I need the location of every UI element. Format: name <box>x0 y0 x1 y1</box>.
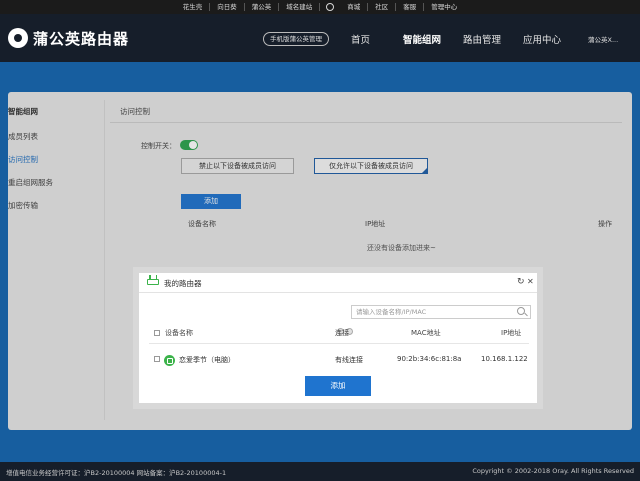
dandelion-logo-icon <box>8 28 28 48</box>
my-router-dialog: 我的路由器 ↻ ✕ 请输入设备名称/IP/MAC 设备名称 连接 MAC地址 I… <box>139 273 537 403</box>
dialog-header: 我的路由器 ↻ ✕ <box>139 273 537 293</box>
router-icon <box>147 275 159 285</box>
brand-name: 蒲公英路由器 <box>33 29 130 48</box>
top-link-xiangrikui[interactable]: 向日葵 <box>210 3 245 11</box>
nav-home[interactable]: 首页 <box>351 32 370 46</box>
circle-logo-icon[interactable] <box>326 3 335 11</box>
page-footer: 增值电信业务经营许可证：沪B2-20100004 网站备案：沪B2-201000… <box>0 462 640 481</box>
top-link-huashengke[interactable]: 花生壳 <box>176 3 211 11</box>
main-header: 蒲公英路由器 手机版蒲公英管理 首页 智能组网 路由管理 应用中心 蒲公英X..… <box>0 14 640 62</box>
top-link-community[interactable]: 社区 <box>368 3 397 11</box>
device-search-input[interactable]: 请输入设备名称/IP/MAC <box>351 305 531 319</box>
row-connection: 有线连接 <box>335 356 363 364</box>
dlg-col-ip: IP地址 <box>501 329 522 337</box>
dlg-col-connection: 连接 <box>335 328 353 337</box>
table-row[interactable]: 恋爱季节（电脑） 有线连接 90:2b:34:6c:81:8a 10.168.1… <box>149 353 529 367</box>
top-link-site-builder[interactable]: 域名建站 <box>279 3 321 11</box>
footer-license: 增值电信业务经营许可证：沪B2-20100004 网站备案：沪B2-201000… <box>6 469 227 477</box>
nav-app-center[interactable]: 应用中心 <box>523 32 561 46</box>
close-icon[interactable]: ✕ <box>527 277 534 286</box>
dlg-col-device-name: 设备名称 <box>165 329 193 337</box>
user-menu[interactable]: 蒲公英X... <box>588 34 618 44</box>
footer-copyright: Copyright © 2002-2018 Oray. All Rights R… <box>472 467 634 475</box>
dialog-table-header: 设备名称 连接 MAC地址 IP地址 <box>149 328 529 340</box>
select-all-checkbox[interactable] <box>154 330 160 336</box>
top-link-pugongying[interactable]: 蒲公英 <box>245 3 280 11</box>
brand-logo[interactable]: 蒲公英路由器 <box>8 28 129 49</box>
nav-smart-network[interactable]: 智能组网 <box>403 32 441 46</box>
top-link-admin-center[interactable]: 管理中心 <box>424 3 464 11</box>
dialog-header-separator <box>149 343 529 344</box>
top-link-shop[interactable]: 商城 <box>340 3 369 11</box>
search-icon[interactable] <box>517 307 525 315</box>
row-ip: 10.168.1.122 <box>481 355 528 363</box>
dlg-col-connection-label: 连接 <box>335 329 349 337</box>
nav-router-management[interactable]: 路由管理 <box>463 32 501 46</box>
computer-device-icon <box>164 355 175 366</box>
refresh-icon[interactable]: ↻ <box>517 277 525 287</box>
row-mac: 90:2b:34:6c:81:8a <box>397 355 462 363</box>
top-link-bar: 花生壳 向日葵 蒲公英 域名建站 商城 社区 客服 管理中心 <box>0 0 640 14</box>
dialog-add-button[interactable]: 添加 <box>305 376 371 396</box>
row-device-name: 恋爱季节（电脑） <box>179 356 235 364</box>
mobile-manage-button[interactable]: 手机版蒲公英管理 <box>263 32 329 46</box>
top-link-support[interactable]: 客服 <box>396 3 425 11</box>
dlg-col-mac: MAC地址 <box>411 329 441 337</box>
dialog-title: 我的路由器 <box>164 279 202 288</box>
row-checkbox[interactable] <box>154 356 160 362</box>
